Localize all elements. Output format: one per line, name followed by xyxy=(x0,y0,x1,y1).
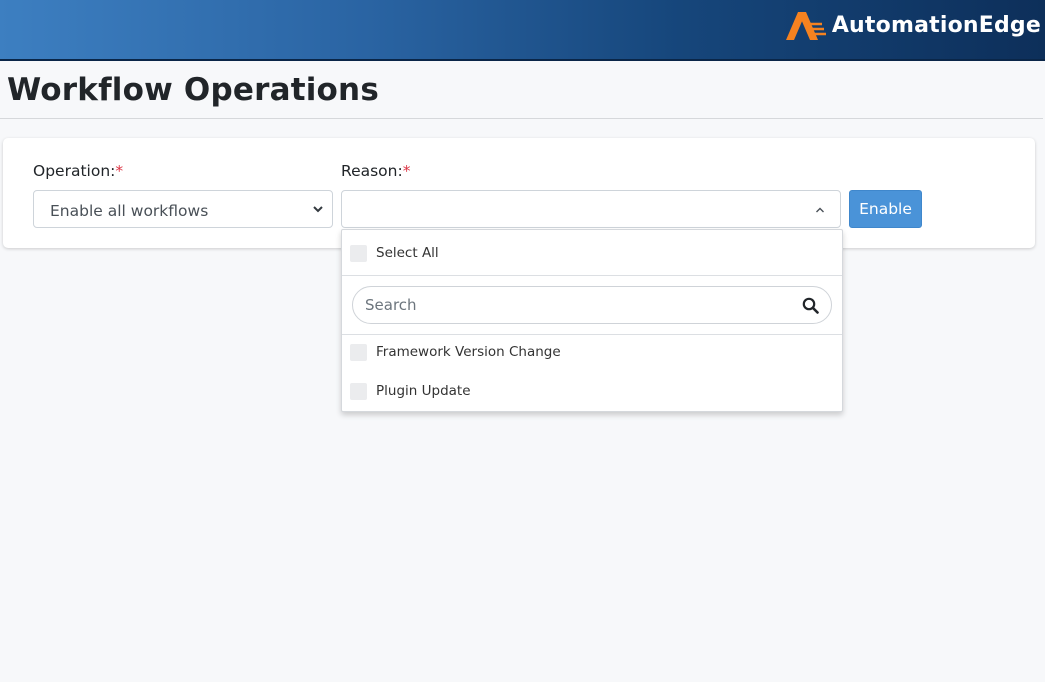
operation-label: Operation:* xyxy=(33,162,123,180)
select-all-checkbox[interactable] xyxy=(350,244,367,262)
top-navbar: AutomationEdge xyxy=(0,0,1045,61)
operation-select[interactable]: Enable all workflows xyxy=(33,190,333,228)
brand-name: AutomationEdge xyxy=(831,12,1041,38)
operation-label-text: Operation: xyxy=(33,162,116,180)
automationedge-logo-icon xyxy=(785,12,826,40)
option-label: Framework Version Change xyxy=(376,344,561,360)
reason-label-text: Reason: xyxy=(341,162,403,180)
list-item[interactable]: Framework Version Change xyxy=(342,337,842,367)
dropdown-search xyxy=(352,286,832,324)
option-checkbox[interactable] xyxy=(350,382,367,400)
chevron-up-icon xyxy=(816,207,824,213)
option-label: Plugin Update xyxy=(376,383,471,399)
reason-multiselect[interactable] xyxy=(341,190,841,228)
reason-label: Reason:* xyxy=(341,162,410,180)
required-mark: * xyxy=(115,162,124,180)
required-mark: * xyxy=(402,162,411,180)
operation-select-value: Enable all workflows xyxy=(50,202,209,220)
title-divider xyxy=(0,118,1043,119)
list-item[interactable]: Plugin Update xyxy=(342,376,842,406)
enable-button[interactable]: Enable xyxy=(849,190,922,228)
select-all-label: Select All xyxy=(376,245,439,261)
dropdown-divider xyxy=(342,334,842,335)
select-all-option[interactable]: Select All xyxy=(342,238,842,268)
chevron-down-icon xyxy=(313,206,323,213)
reason-dropdown-panel: Select All Framework Version Change Plug… xyxy=(341,229,843,412)
brand-logo[interactable]: AutomationEdge xyxy=(784,8,1041,42)
page-title: Workflow Operations xyxy=(7,72,379,108)
search-icon[interactable] xyxy=(802,297,819,314)
search-input[interactable] xyxy=(365,295,785,315)
dropdown-divider xyxy=(342,275,842,276)
option-checkbox[interactable] xyxy=(350,343,367,361)
